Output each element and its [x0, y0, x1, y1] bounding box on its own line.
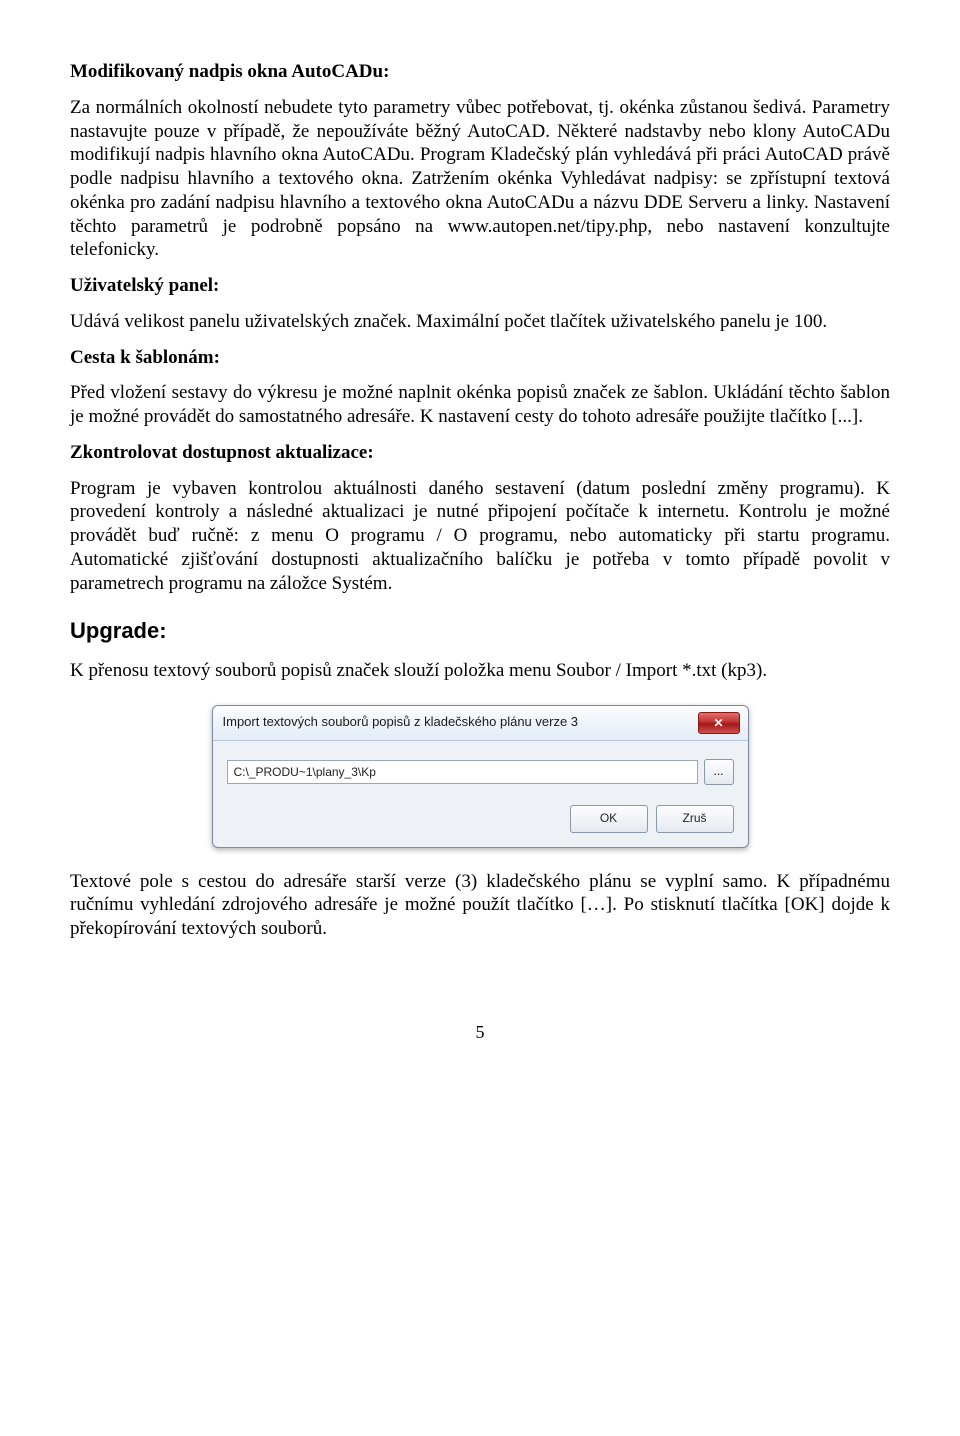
path-input[interactable] [227, 760, 698, 784]
body-modifikovany-nadpis: Za normálních okolností nebudete tyto pa… [70, 96, 890, 262]
browse-button[interactable]: ... [704, 759, 734, 785]
ok-button[interactable]: OK [570, 805, 648, 833]
path-row: ... [227, 759, 734, 785]
heading-zkontrolovat-dostupnost: Zkontrolovat dostupnost aktualizace: [70, 441, 890, 465]
heading-uzivatelsky-panel: Uživatelský panel: [70, 274, 890, 298]
dialog-body: ... OK Zruš [213, 741, 748, 847]
dialog-title: Import textových souborů popisů z kladeč… [223, 714, 579, 730]
import-dialog-wrapper: Import textových souborů popisů z kladeč… [70, 705, 890, 848]
ellipsis-icon: ... [713, 764, 723, 779]
heading-modifikovany-nadpis: Modifikovaný nadpis okna AutoCADu: [70, 60, 890, 84]
body-upgrade-after: Textové pole s cestou do adresáře starší… [70, 870, 890, 941]
body-uzivatelsky-panel: Udává velikost panelu uživatelských znač… [70, 310, 890, 334]
import-dialog: Import textových souborů popisů z kladeč… [212, 705, 749, 848]
dialog-titlebar: Import textových souborů popisů z kladeč… [213, 706, 748, 741]
body-zkontrolovat-dostupnost: Program je vybaven kontrolou aktuálnosti… [70, 477, 890, 596]
close-button[interactable]: ✕ [698, 712, 740, 734]
body-cesta-k-sablonam: Před vložení sestavy do výkresu je možné… [70, 381, 890, 429]
heading-upgrade: Upgrade: [70, 617, 890, 645]
heading-cesta-k-sablonam: Cesta k šablonám: [70, 346, 890, 370]
page-number: 5 [70, 1021, 890, 1044]
cancel-button[interactable]: Zruš [656, 805, 734, 833]
close-icon: ✕ [713, 717, 723, 729]
body-upgrade-before: K přenosu textový souborů popisů značek … [70, 659, 890, 683]
dialog-button-row: OK Zruš [227, 805, 734, 833]
